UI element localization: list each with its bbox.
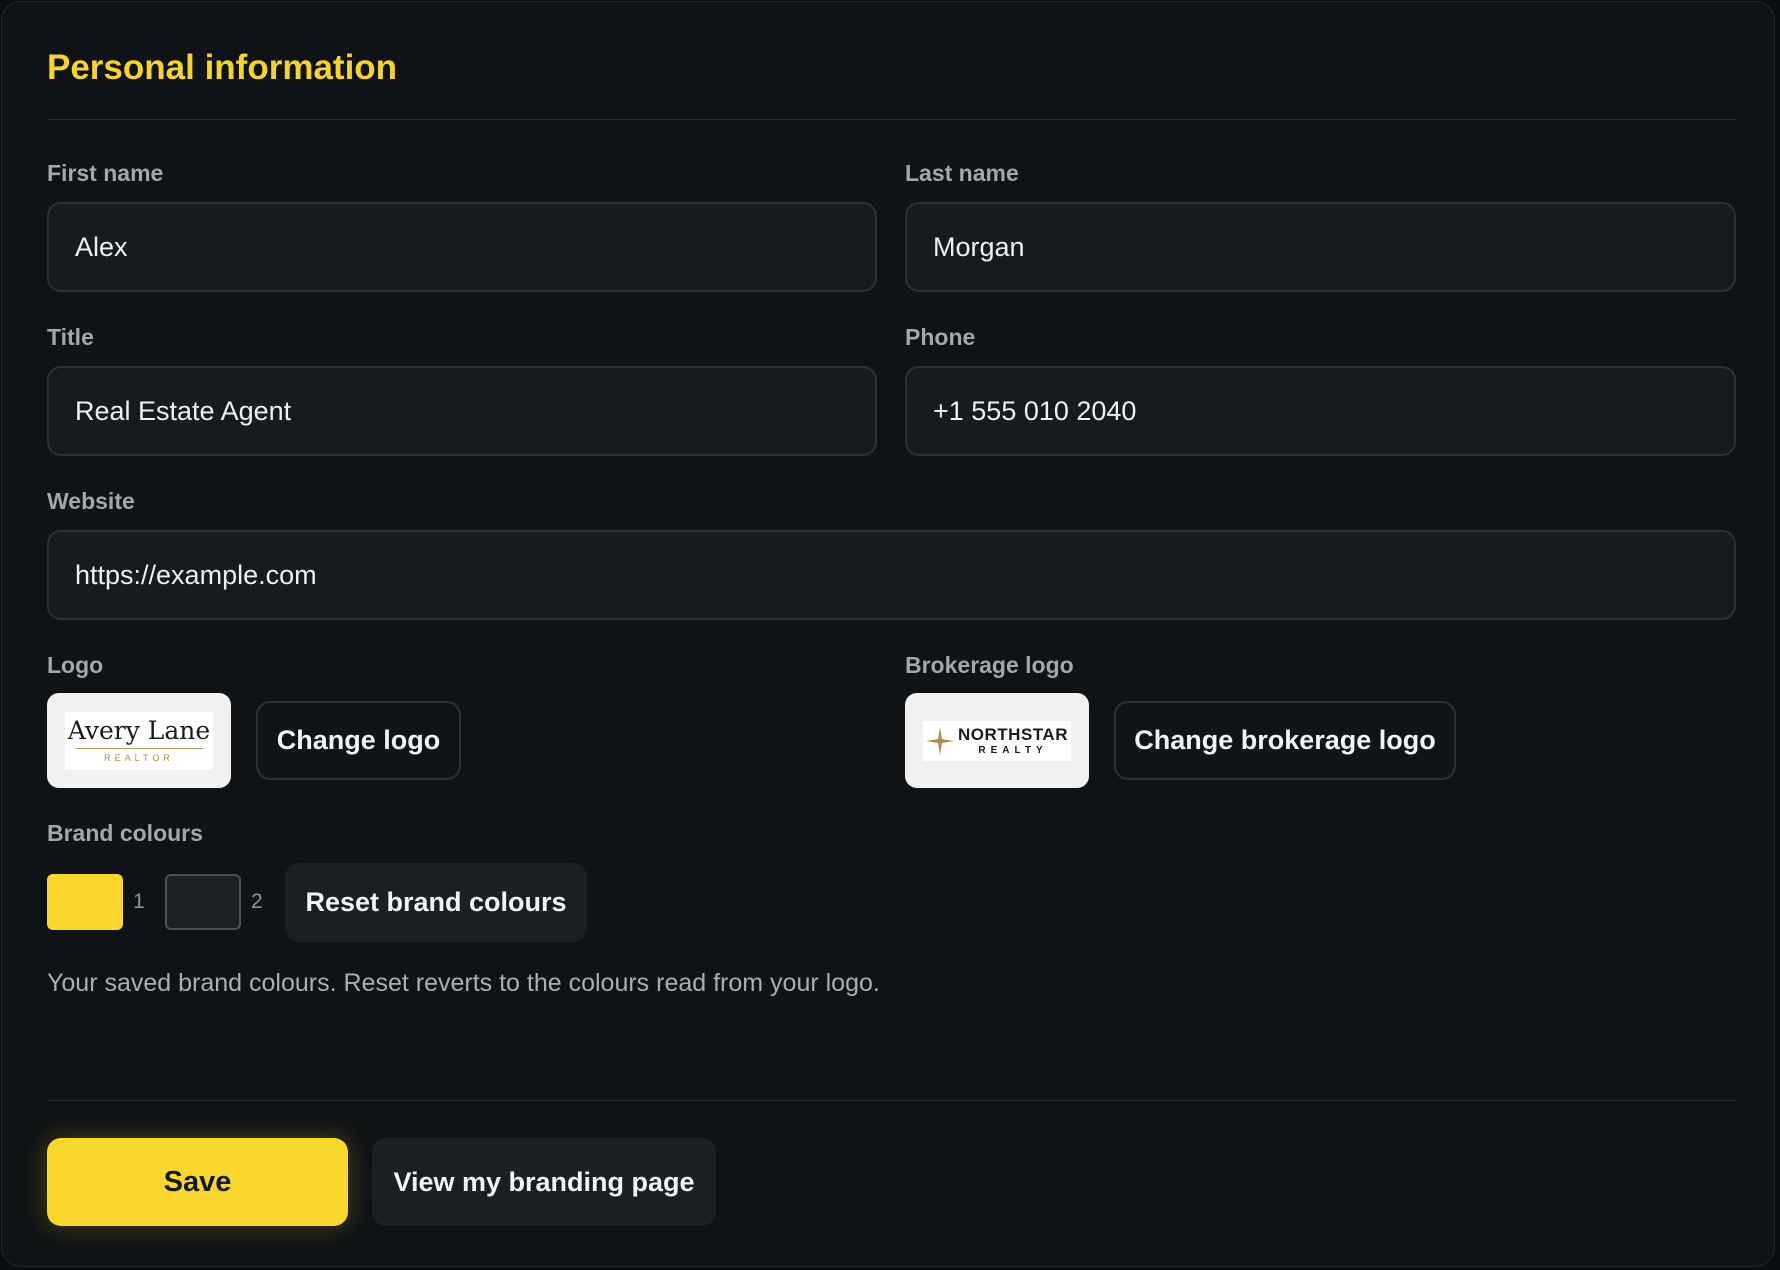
swatch-2-index: 2 (251, 890, 263, 913)
first-name-field[interactable] (47, 202, 877, 292)
phone-label: Phone (905, 324, 976, 350)
first-name-label: First name (47, 160, 164, 186)
reset-brand-colours-button[interactable]: Reset brand colours (285, 863, 587, 942)
brokerage-logo-preview: NORTHSTAR REALTY (905, 693, 1089, 788)
brand-colours-label: Brand colours (47, 820, 203, 846)
star-icon (926, 726, 955, 755)
save-button[interactable]: Save (47, 1138, 348, 1226)
header-divider (47, 119, 1737, 120)
title-label: Title (47, 324, 94, 350)
swatch-1-index: 1 (133, 890, 145, 913)
phone-input[interactable] (933, 395, 1708, 427)
website-input[interactable] (75, 559, 1708, 591)
brand-colours-help-text: Your saved brand colours. Reset reverts … (47, 969, 880, 997)
first-name-input[interactable] (75, 231, 849, 263)
brokerage-logo-label: Brokerage logo (905, 652, 1074, 678)
title-input[interactable] (75, 395, 849, 427)
brand-colour-swatch-2[interactable] (165, 874, 241, 930)
section-title: Personal information (47, 48, 398, 87)
personal-information-panel: Personal information First name Last nam… (1, 1, 1775, 1267)
phone-field[interactable] (905, 366, 1736, 456)
logo-preview: Avery Lane REALTOR (47, 693, 231, 788)
logo-label: Logo (47, 652, 104, 678)
title-field[interactable] (47, 366, 877, 456)
website-label: Website (47, 488, 135, 514)
northstar-realty-logo-image: NORTHSTAR REALTY (923, 720, 1071, 761)
footer-divider (47, 1100, 1737, 1101)
view-branding-page-button[interactable]: View my branding page (372, 1138, 716, 1226)
avery-lane-logo-image: Avery Lane REALTOR (65, 711, 213, 770)
website-field[interactable] (47, 530, 1736, 620)
change-brokerage-logo-button[interactable]: Change brokerage logo (1114, 701, 1456, 780)
last-name-label: Last name (905, 160, 1019, 186)
last-name-field[interactable] (905, 202, 1736, 292)
last-name-input[interactable] (933, 231, 1708, 263)
brand-colour-swatch-1[interactable] (47, 874, 123, 930)
change-logo-button[interactable]: Change logo (256, 701, 461, 780)
